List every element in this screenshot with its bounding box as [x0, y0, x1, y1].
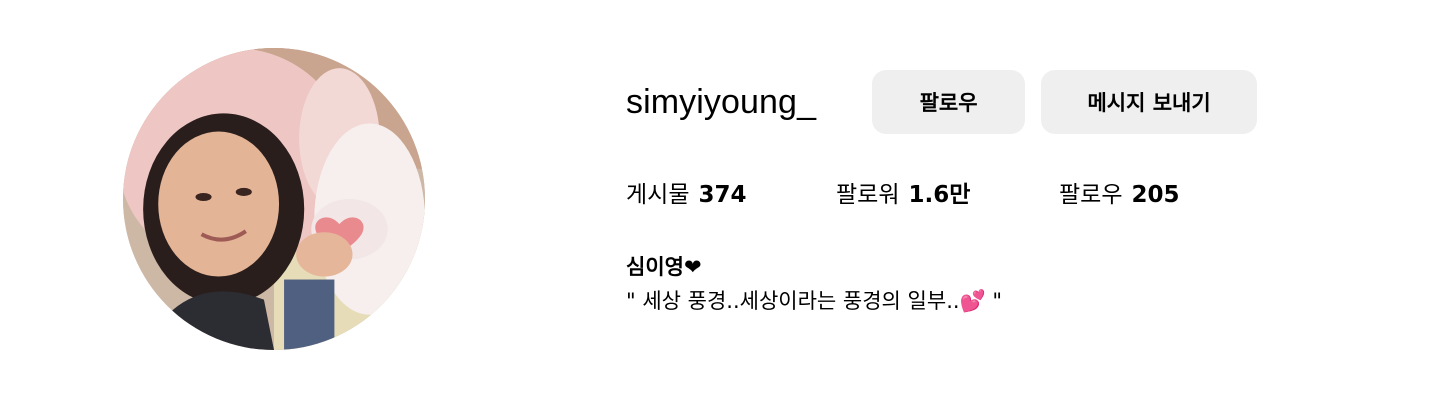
followers-value: 1.6만 [908, 182, 971, 208]
profile-info: simyiyoung_ 팔로우 메시지 보내기 게시물 374 팔로워 1.6만… [626, 70, 1326, 315]
follow-button[interactable]: 팔로우 [872, 70, 1026, 134]
posts-value: 374 [698, 182, 747, 208]
profile-stats: 게시물 374 팔로워 1.6만 팔로우 205 [626, 175, 1326, 209]
send-message-button[interactable]: 메시지 보내기 [1041, 70, 1258, 134]
profile-photo-image [123, 48, 425, 350]
following-value: 205 [1131, 182, 1180, 208]
following-label: 팔로우 [1059, 182, 1123, 208]
profile-header: simyiyoung_ 팔로우 메시지 보내기 [626, 70, 1326, 134]
posts-count: 게시물 374 [626, 175, 836, 209]
username: simyiyoung_ [626, 82, 817, 121]
followers-link[interactable]: 팔로워 1.6만 [836, 175, 1059, 209]
display-name: 심이영❤ [626, 255, 702, 279]
profile-avatar[interactable] [123, 48, 425, 350]
posts-label: 게시물 [626, 182, 690, 208]
followers-label: 팔로워 [836, 182, 900, 208]
following-link[interactable]: 팔로우 205 [1059, 175, 1180, 209]
profile-bio: " 세상 풍경..세상이라는 풍경의 일부..💕 " [626, 289, 1003, 313]
